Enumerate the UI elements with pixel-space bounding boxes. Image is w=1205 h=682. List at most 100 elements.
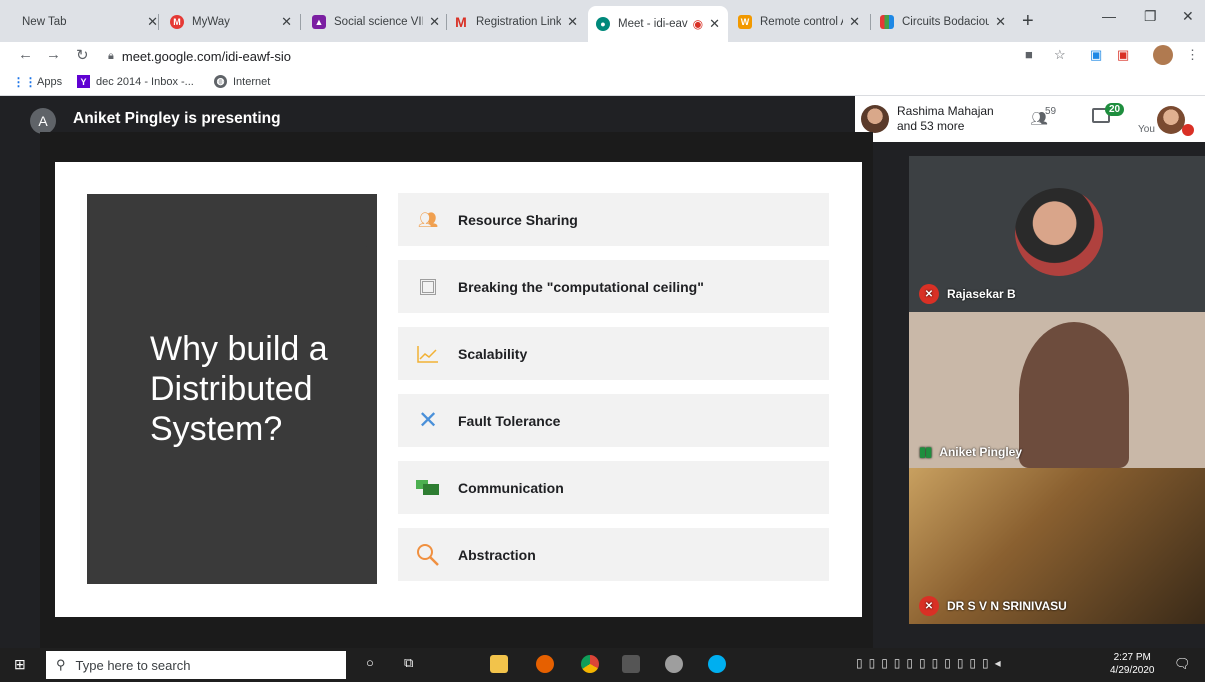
tab-remote-control[interactable]: W Remote control Ar ✕ xyxy=(730,8,868,36)
slide-title-panel: Why build a Distributed System? xyxy=(87,194,377,584)
yahoo-icon: Y xyxy=(77,75,90,88)
list-item: Communication xyxy=(398,461,829,514)
grid-icon xyxy=(880,15,894,29)
firefox-icon[interactable] xyxy=(536,655,554,673)
forward-icon[interactable]: → xyxy=(46,46,61,63)
close-icon[interactable]: ✕ xyxy=(429,14,440,30)
participant-tile[interactable]: ✕ Rajasekar B xyxy=(909,156,1205,312)
tab-circuits[interactable]: Circuits Bodacious ✕ xyxy=(872,8,1014,36)
tab-new-tab[interactable]: New Tab ✕ xyxy=(14,8,166,36)
close-icon[interactable]: ✕ xyxy=(849,14,860,30)
reload-icon[interactable]: ↻ xyxy=(76,46,89,64)
apps-grid-icon: ⋮⋮ xyxy=(12,74,37,89)
video-feed xyxy=(1019,322,1129,468)
bookmarks-bar: ⋮⋮ Apps Y dec 2014 - Inbox -... ◍ Intern… xyxy=(0,70,1205,96)
tab-title: Social science VII xyxy=(334,16,424,28)
item-label: Communication xyxy=(458,479,564,496)
clock-time: 2:27 PM xyxy=(1113,652,1151,663)
system-tray-icons[interactable]: ▯▯▯▯▯▯▯▯▯▯▯◂ xyxy=(856,656,1007,670)
restore-button[interactable]: ❐ xyxy=(1144,8,1157,25)
media-player-icon[interactable] xyxy=(622,655,640,673)
recording-indicator-icon: ◉ xyxy=(692,17,704,31)
clock-date: 4/29/2020 xyxy=(1110,665,1155,676)
toolbar: ← → ↻ 🔒︎ meet.google.com/idi-eawf-sio ■ … xyxy=(0,42,1205,70)
growth-chart-icon xyxy=(398,345,458,363)
presentation-slide: Why build a Distributed System? 👥︎ Resou… xyxy=(55,162,862,617)
magnifier-icon xyxy=(398,543,458,567)
camera-icon[interactable]: ■ xyxy=(1025,47,1033,62)
extension-icon[interactable]: ▣ xyxy=(1090,47,1102,63)
tab-title: Meet - idi-eav xyxy=(618,18,688,30)
star-icon[interactable]: ☆ xyxy=(1054,47,1066,63)
new-tab-button[interactable]: + xyxy=(1022,10,1034,33)
bookmark-inbox[interactable]: Y dec 2014 - Inbox -... xyxy=(77,75,194,88)
participant-tile[interactable]: ▮▮ Aniket Pingley xyxy=(909,312,1205,468)
url-text: meet.google.com/idi-eawf-sio xyxy=(121,48,291,64)
minimize-button[interactable]: — xyxy=(1102,8,1116,24)
tab-title: New Tab xyxy=(22,16,67,28)
bookmark-apps[interactable]: ⋮⋮ Apps xyxy=(12,74,63,89)
tab-strip: New Tab ✕ M MyWay ✕ ▲ Social science VII… xyxy=(0,0,1205,42)
taskbar-search-input[interactable]: ⚲ Type here to search xyxy=(46,651,346,679)
windows-taskbar: ⊞ ⚲ Type here to search ○ ⧉ ▯▯▯▯▯▯▯▯▯▯▯◂… xyxy=(0,648,1205,682)
chat-count-badge: 20 xyxy=(1105,103,1125,116)
file-explorer-icon[interactable] xyxy=(490,655,508,673)
classroom-icon: ▲ xyxy=(312,15,326,29)
bookmark-label: Internet xyxy=(233,75,271,88)
bookmark-label: dec 2014 - Inbox -... xyxy=(96,75,194,88)
item-label: Abstraction xyxy=(458,546,536,563)
taskbar-clock[interactable]: 2:27 PM 4/29/2020 xyxy=(1110,651,1155,677)
list-item: 👥︎ Resource Sharing xyxy=(398,193,829,246)
skype-icon[interactable] xyxy=(708,655,726,673)
close-window-button[interactable]: ✕ xyxy=(1182,8,1194,25)
notification-icon[interactable]: 🗨︎ xyxy=(1174,656,1191,672)
list-item: ✕ Fault Tolerance xyxy=(398,394,829,447)
windows-start-icon[interactable]: ⊞ xyxy=(14,656,26,673)
participant-name: DR S V N SRINIVASU xyxy=(947,599,1067,613)
item-label: Breaking the "computational ceiling" xyxy=(458,278,704,295)
list-item: Scalability xyxy=(398,327,829,380)
close-icon[interactable]: ✕ xyxy=(281,14,292,30)
tab-registration[interactable]: M Registration Link F ✕ xyxy=(446,8,586,36)
avatar xyxy=(1015,188,1103,276)
paint-icon[interactable] xyxy=(665,655,683,673)
close-icon[interactable]: ✕ xyxy=(147,14,158,30)
list-item: Abstraction xyxy=(398,528,829,581)
myway-icon: M xyxy=(170,15,184,29)
avatar xyxy=(861,105,889,133)
list-item: Breaking the "computational ceiling" xyxy=(398,260,829,313)
participants-summary: Rashima Mahajan and 53 more xyxy=(897,104,994,134)
participant-name: Rajasekar B xyxy=(947,287,1016,301)
people-count: 59 xyxy=(1045,106,1057,117)
participant-name-tag: ✕ Rajasekar B xyxy=(919,284,1016,304)
task-view-icon[interactable]: ⧉ xyxy=(404,655,413,671)
dictionary-icon: W xyxy=(738,15,752,29)
self-avatar[interactable] xyxy=(1157,106,1185,134)
meeting-info-bar: Rashima Mahajan and 53 more 👥︎ 59 20 You xyxy=(855,96,1205,142)
tab-title: Registration Link F xyxy=(476,16,562,28)
presenting-label: Aniket Pingley is presenting xyxy=(73,110,281,127)
back-icon[interactable]: ← xyxy=(18,46,33,63)
bookmark-internet[interactable]: ◍ Internet xyxy=(214,75,270,88)
cortana-icon[interactable]: ○ xyxy=(366,655,374,670)
you-label: You xyxy=(1138,124,1155,135)
tab-title: MyWay xyxy=(192,16,230,28)
tab-meet[interactable]: ● Meet - idi-eav ◉ ✕ xyxy=(588,6,728,42)
close-icon[interactable]: ✕ xyxy=(995,14,1006,30)
tab-myway[interactable]: M MyWay ✕ xyxy=(162,8,300,36)
close-icon[interactable]: ✕ xyxy=(709,16,720,32)
muted-mic-icon: ✕ xyxy=(919,596,939,616)
item-label: Scalability xyxy=(458,345,528,362)
tab-social-science[interactable]: ▲ Social science VII ✕ xyxy=(304,8,448,36)
participant-tile[interactable]: ✕ DR S V N SRINIVASU xyxy=(909,468,1205,624)
profile-avatar[interactable] xyxy=(1153,45,1173,65)
extension-icon[interactable]: ▣ xyxy=(1117,47,1129,63)
item-label: Fault Tolerance xyxy=(458,412,561,429)
chip-icon xyxy=(398,278,458,295)
address-bar[interactable]: 🔒︎ meet.google.com/idi-eawf-sio xyxy=(108,44,1008,68)
menu-icon[interactable]: ⋮ xyxy=(1186,47,1199,63)
close-icon[interactable]: ✕ xyxy=(567,14,578,30)
presenter-avatar: A xyxy=(30,108,56,134)
chrome-icon[interactable] xyxy=(581,655,599,673)
search-placeholder: Type here to search xyxy=(75,657,191,673)
